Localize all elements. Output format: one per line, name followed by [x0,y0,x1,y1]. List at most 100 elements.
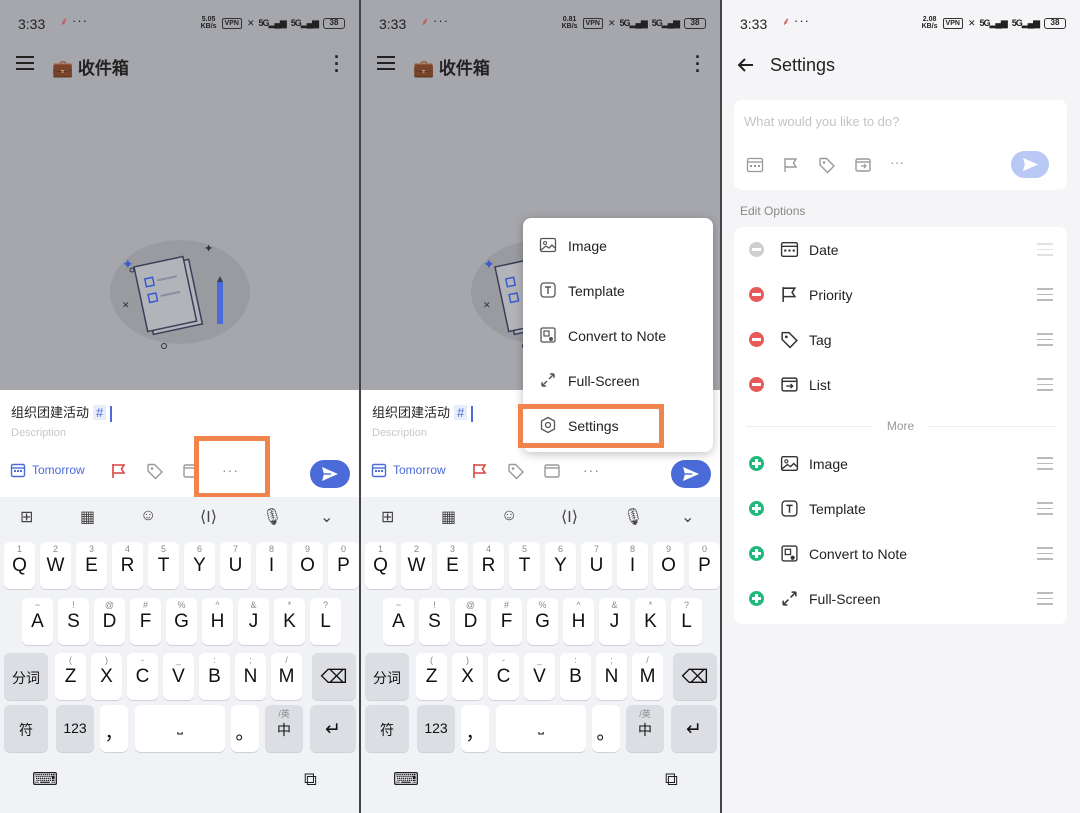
add-icon[interactable] [749,591,764,606]
key-s[interactable]: ! S [419,598,450,645]
emoji-icon[interactable]: ☺ [501,507,517,525]
key-u[interactable]: 7U [220,542,251,589]
space-key[interactable]: ⎵ [496,705,586,752]
date-button[interactable]: Tomorrow [371,462,446,478]
popup-item-convert-to-note[interactable]: Convert to Note [523,312,713,357]
key-h[interactable]: ^ H [202,598,233,645]
description-field[interactable]: Description [372,427,427,439]
key-t[interactable]: 5T [148,542,179,589]
key-e[interactable]: 3E [437,542,468,589]
microphone-icon[interactable]: 🎙 [623,507,643,527]
option-row-template[interactable]: Template [734,486,1067,531]
send-button[interactable] [310,460,350,488]
option-row-full-screen[interactable]: Full-Screen [734,576,1067,621]
popup-item-full-screen[interactable]: Full-Screen [523,357,713,402]
key-symbols[interactable]: 符 [4,705,48,752]
key-comma[interactable]: ， [100,705,128,752]
drag-handle-icon[interactable] [1037,288,1053,305]
enter-key[interactable]: ↵ [310,705,356,752]
more-dots-icon[interactable]: ··· [890,154,904,170]
tag-hash[interactable]: # [93,405,107,420]
key-g[interactable]: % G [527,598,558,645]
send-button[interactable] [1011,151,1049,178]
key-y[interactable]: 6Y [184,542,215,589]
key-m[interactable]: / M [632,653,663,700]
more-vert-icon[interactable]: · · · [690,48,706,80]
option-row-date[interactable]: Date [734,227,1067,272]
key-f[interactable]: # F [130,598,161,645]
send-button[interactable] [671,460,711,488]
priority-flag-icon[interactable] [471,462,489,480]
popup-item-template[interactable]: Template [523,267,713,312]
key-o[interactable]: 9O [292,542,323,589]
more-vert-icon[interactable]: · · · [329,48,345,80]
remove-icon[interactable] [749,287,764,302]
key-f[interactable]: # F [491,598,522,645]
key-q[interactable]: 1Q [4,542,35,589]
remove-icon[interactable] [749,332,764,347]
add-icon[interactable] [749,501,764,516]
space-key[interactable]: ⎵ [135,705,225,752]
option-row-convert-to-note[interactable]: Convert to Note [734,531,1067,576]
key-l[interactable]: ? L [671,598,702,645]
key-b[interactable]: :B [199,653,230,700]
calendar-icon[interactable] [746,156,764,174]
key-i[interactable]: 8I [256,542,287,589]
key-numbers[interactable]: 123 [417,705,455,752]
tag-icon[interactable] [818,156,836,174]
key-language[interactable]: /英中 [626,705,664,752]
drag-handle-icon[interactable] [1037,378,1053,395]
date-button[interactable]: Tomorrow [10,462,85,478]
task-title-input[interactable]: 组织团建活动 # [372,402,474,422]
microphone-icon[interactable]: 🎙 [262,507,282,527]
back-arrow-icon[interactable] [736,55,756,75]
keyboard-switch-icon[interactable]: ⌨ [32,769,58,790]
collapse-keyboard-icon[interactable]: ⌄ [681,507,694,527]
key-w[interactable]: 2W [40,542,71,589]
key-x[interactable]: ) X [91,653,122,700]
drag-handle-icon[interactable] [1037,502,1053,519]
key-period[interactable]: 。 [231,705,259,752]
enter-key[interactable]: ↵ [671,705,717,752]
key-o[interactable]: 9O [653,542,684,589]
key-a[interactable]: ~ A [22,598,53,645]
add-icon[interactable] [749,456,764,471]
key-k[interactable]: * K [274,598,305,645]
key-q[interactable]: 1Q [365,542,396,589]
option-row-image[interactable]: Image [734,441,1067,486]
key-b[interactable]: :B [560,653,591,700]
key-y[interactable]: 6Y [545,542,576,589]
key-n[interactable]: ; N [235,653,266,700]
key-numbers[interactable]: 123 [56,705,94,752]
collapse-keyboard-icon[interactable]: ⌄ [320,507,333,527]
key-e[interactable]: 3E [76,542,107,589]
quick-add-input[interactable]: What would you like to do? [744,114,899,129]
drag-handle-icon[interactable] [1037,333,1053,350]
drag-handle-icon[interactable] [1037,547,1053,564]
backspace-key[interactable]: ⌫ [673,653,717,700]
key-d[interactable]: @ D [94,598,125,645]
option-row-list[interactable]: List [734,362,1067,407]
key-j[interactable]: & J [599,598,630,645]
drag-handle-icon[interactable] [1037,592,1053,609]
key-t[interactable]: 5T [509,542,540,589]
key-k[interactable]: * K [635,598,666,645]
task-title-input[interactable]: 组织团建活动 # [11,402,113,422]
key-m[interactable]: / M [271,653,302,700]
list-move-icon[interactable] [854,156,872,174]
tag-icon[interactable] [507,462,525,480]
option-row-tag[interactable]: Tag [734,317,1067,362]
key-symbols[interactable]: 符 [365,705,409,752]
list-move-icon[interactable] [543,462,561,480]
keyboard-layout-icon[interactable]: ▦ [441,507,456,527]
key-c[interactable]: -C [127,653,158,700]
key-z[interactable]: (Z [55,653,86,700]
keyboard-layout-icon[interactable]: ▦ [80,507,95,527]
emoji-icon[interactable]: ☺ [140,507,156,525]
popup-item-image[interactable]: Image [523,222,713,267]
key-p[interactable]: 0P [328,542,359,589]
key-d[interactable]: @ D [455,598,486,645]
hamburger-menu-icon[interactable] [377,56,395,70]
remove-icon[interactable] [749,377,764,392]
add-icon[interactable] [749,546,764,561]
